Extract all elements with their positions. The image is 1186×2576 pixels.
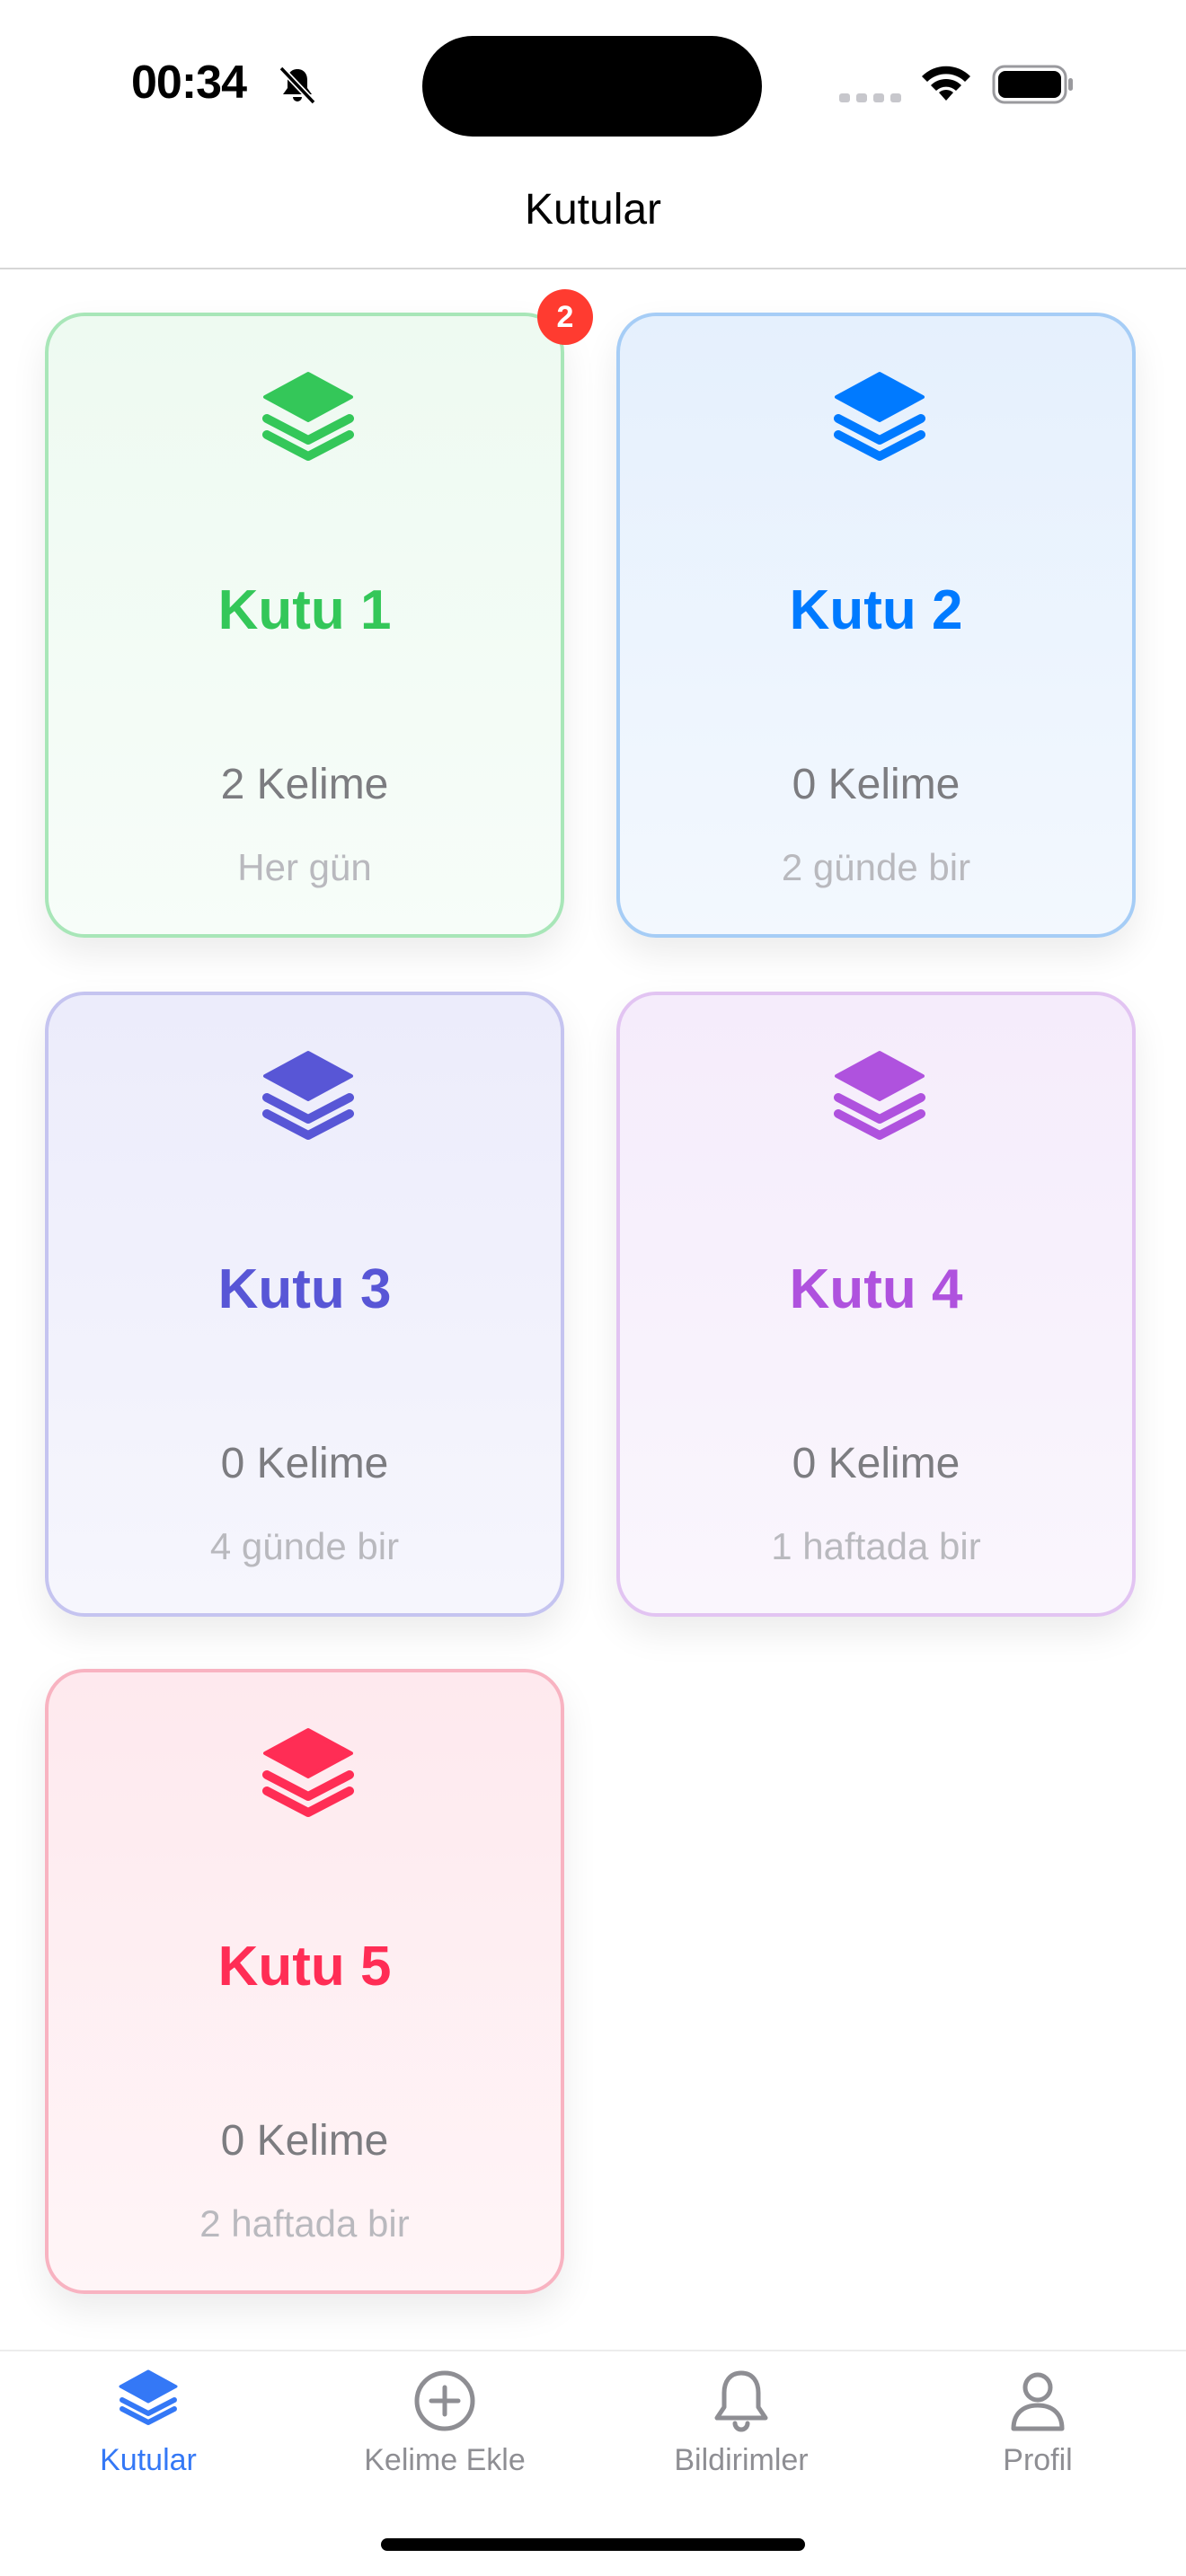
word-count: 0 Kelime	[792, 761, 960, 808]
word-count: 0 Kelime	[220, 1440, 389, 1487]
tab-kutular[interactable]: Kutular	[0, 2362, 296, 2497]
notification-badge: 2	[537, 289, 593, 345]
tab-profil[interactable]: Profil	[890, 2362, 1186, 2497]
nav-title: Kutular	[524, 186, 662, 234]
tab-bar-divider	[0, 2350, 1186, 2351]
stack-icon	[262, 372, 354, 461]
status-time: 00:34	[131, 57, 247, 109]
box-title: Kutu 3	[217, 1258, 392, 1320]
box-title: Kutu 4	[789, 1258, 963, 1320]
box-card-3[interactable]: Kutu 3 0 Kelime 4 günde bir	[45, 992, 564, 1617]
tab-label: Kelime Ekle	[364, 2443, 526, 2477]
bell-icon	[714, 2370, 768, 2432]
review-frequency: 2 haftada bir	[199, 2202, 410, 2245]
word-count: 0 Kelime	[220, 2117, 389, 2165]
box-card-4[interactable]: Kutu 4 0 Kelime 1 haftada bir	[616, 992, 1136, 1617]
word-count: 0 Kelime	[792, 1440, 960, 1487]
battery-icon	[992, 65, 1073, 104]
stack-icon	[262, 1051, 354, 1140]
dynamic-island	[422, 36, 762, 137]
wifi-icon	[922, 66, 970, 101]
box-title: Kutu 1	[217, 579, 392, 641]
box-title: Kutu 5	[217, 1936, 392, 1998]
person-icon	[1011, 2372, 1065, 2431]
tab-label: Kutular	[100, 2443, 197, 2477]
word-count: 2 Kelime	[220, 761, 389, 808]
screen: 00:34 Kutular Kutu 12 Kelime Her gün 2 Kutu…	[0, 0, 1186, 2576]
stack-icon	[834, 1051, 925, 1140]
box-title: Kutu 2	[789, 579, 963, 641]
review-frequency: Her gün	[237, 846, 372, 888]
home-indicator	[381, 2538, 805, 2551]
nav-divider	[0, 268, 1186, 269]
tab-label: Bildirimler	[674, 2443, 809, 2477]
tab-bildirimler[interactable]: Bildirimler	[593, 2362, 890, 2497]
review-frequency: 4 günde bir	[209, 1525, 400, 1567]
box-card-5[interactable]: Kutu 5 0 Kelime 2 haftada bir	[45, 1669, 564, 2294]
stack-icon	[262, 1728, 354, 1817]
stack-icon	[119, 2369, 178, 2425]
box-card-2[interactable]: Kutu 2 0 Kelime 2 günde bir	[616, 313, 1136, 938]
tab-kelime-ekle[interactable]: Kelime Ekle	[296, 2362, 593, 2497]
plus-circle-icon	[414, 2370, 475, 2431]
bell-slash-icon	[279, 66, 316, 105]
cellular-signal-icon	[839, 93, 901, 102]
stack-icon	[834, 372, 925, 461]
tab-label: Profil	[1003, 2443, 1073, 2477]
box-card-1[interactable]: Kutu 1 2 Kelime Her gün	[45, 313, 564, 938]
review-frequency: 2 günde bir	[781, 846, 971, 888]
review-frequency: 1 haftada bir	[771, 1525, 981, 1567]
